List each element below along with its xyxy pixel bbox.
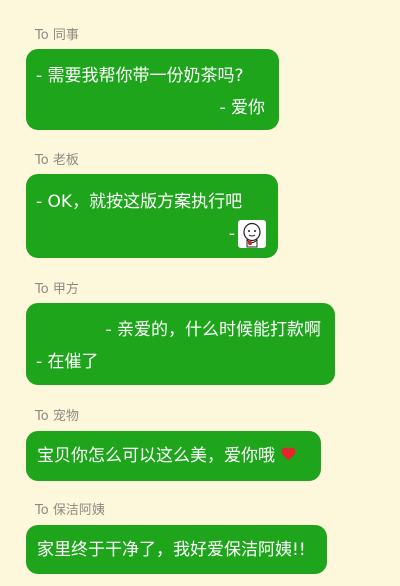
recipient-label-boss: To 老板 [35, 153, 79, 168]
message-line: - OK，就按这版方案执行吧 [36, 192, 243, 212]
message-bubble-cleaner[interactable]: 家里终于干净了，我好爱保洁阿姨!! [26, 525, 327, 574]
message-bubble-colleague[interactable]: - 需要我帮你带一份奶茶吗? - 爱你 [26, 49, 279, 130]
message-line: - 在催了 [36, 352, 99, 372]
message-line: 家里终于干净了，我好爱保洁阿姨!! [37, 540, 306, 560]
message-line: 宝贝你怎么可以这么美，爱你哦 [37, 445, 296, 467]
recipient-label-colleague: To 同事 [35, 28, 79, 43]
message-text: 宝贝你怎么可以这么美，爱你哦 [37, 446, 275, 466]
message-bubble-client[interactable]: - 亲爱的，什么时候能打款啊 - 在催了 [26, 303, 335, 385]
message-line: - 爱你 [219, 98, 265, 118]
message-bubble-boss[interactable]: - OK，就按这版方案执行吧 - [26, 174, 278, 258]
message-line: - [228, 224, 235, 244]
message-line: - 需要我帮你带一份奶茶吗? [36, 66, 244, 86]
message-bubble-pet[interactable]: 宝贝你怎么可以这么美，爱你哦 [26, 431, 321, 481]
recipient-label-client: To 甲方 [35, 282, 79, 297]
recipient-label-pet: To 宠物 [35, 409, 79, 424]
message-line: - 亲爱的，什么时候能打款啊 [105, 320, 321, 340]
recipient-label-cleaner: To 保洁阿姨 [35, 503, 105, 518]
red-heart-icon [281, 445, 296, 467]
cartoon-face-sticker-icon[interactable] [238, 220, 266, 248]
